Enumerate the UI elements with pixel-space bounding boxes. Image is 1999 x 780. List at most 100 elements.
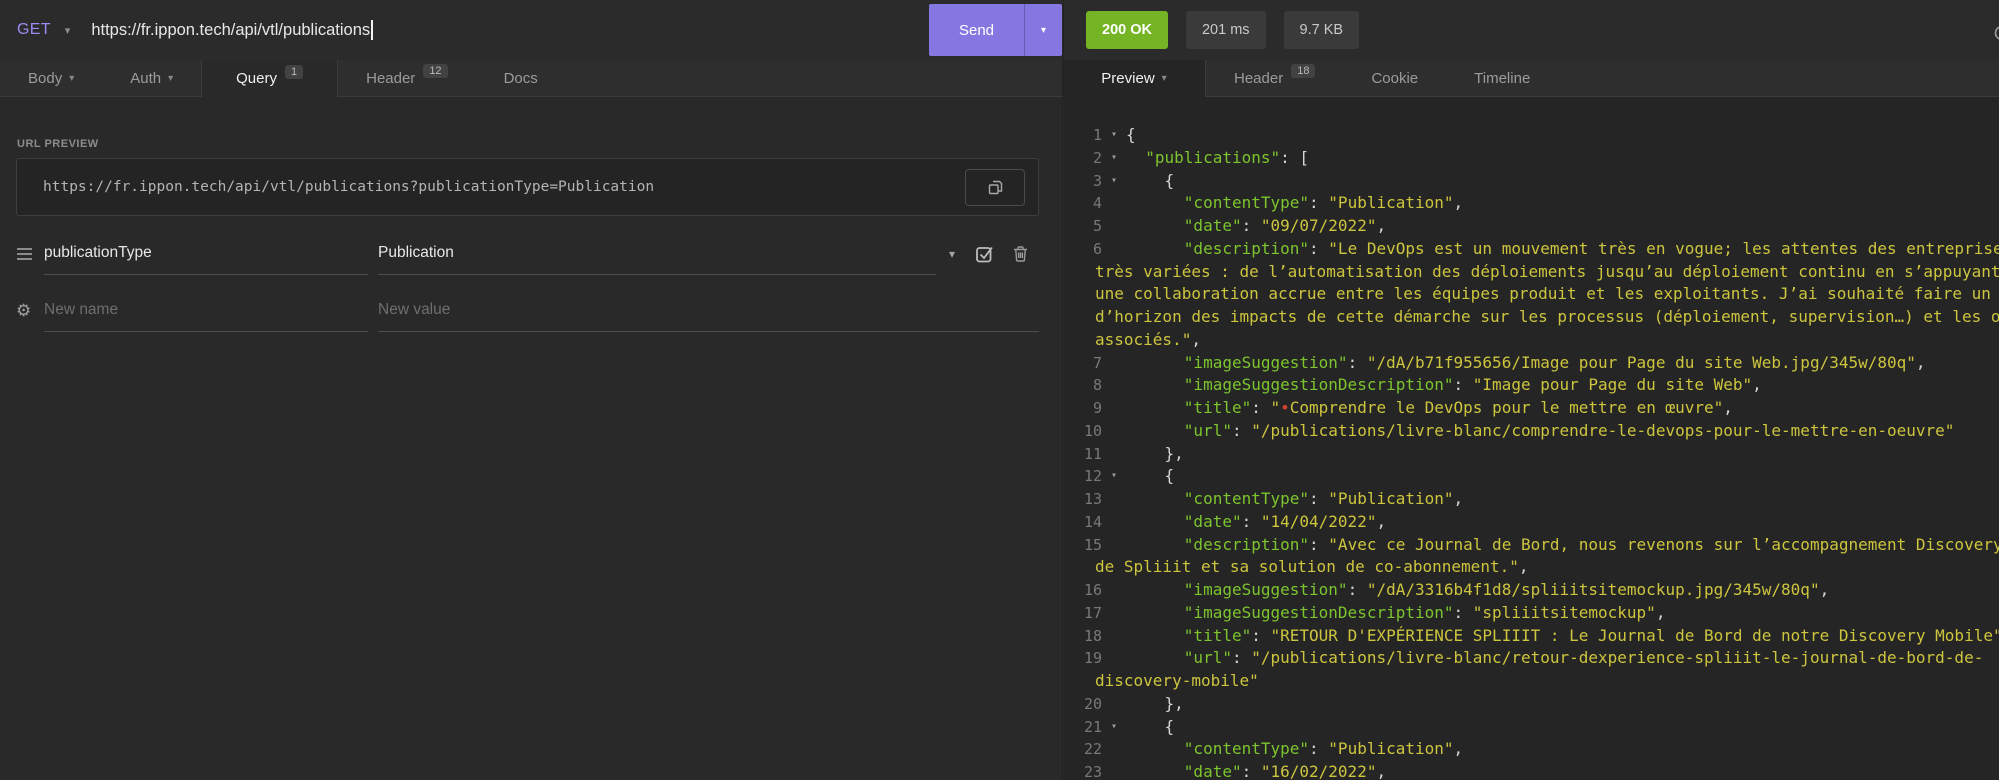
drag-handle-icon[interactable]	[16, 247, 44, 261]
code-segment: une collaboration accrue entre les équip…	[1095, 284, 1999, 304]
fold-arrow-icon[interactable]: ▾	[1102, 170, 1126, 193]
status-badge: 200 OK	[1086, 11, 1168, 49]
tab-body[interactable]: Body ▾	[0, 60, 102, 96]
code-segment: ,	[1655, 602, 1666, 622]
tab-cookie[interactable]: Cookie	[1343, 60, 1446, 96]
fold-arrow-icon[interactable]: ▾	[1102, 147, 1126, 170]
code-segment: "contentType"	[1183, 193, 1310, 213]
code-line: discovery-mobile"	[1064, 670, 1999, 693]
code-text: discovery-mobile"	[1095, 670, 1259, 693]
code-line: 10 "url": "/publications/livre-blanc/com…	[1064, 420, 1999, 443]
line-number: 14	[1083, 512, 1102, 531]
send-split-button[interactable]: Send ▾	[929, 4, 1062, 56]
tab-cookie-label: Cookie	[1371, 69, 1419, 87]
code-segment: "Image pour Page du site Web"	[1472, 375, 1753, 395]
line-number: 11	[1083, 444, 1102, 463]
tab-preview[interactable]: Preview ▾	[1063, 60, 1206, 97]
fold-arrow-spacer	[1102, 534, 1126, 557]
code-line: 22 "contentType": "Publication",	[1064, 738, 1999, 761]
line-number: 22	[1083, 740, 1102, 759]
fold-arrow-spacer	[1102, 602, 1126, 625]
param-value-field[interactable]: Publication	[378, 233, 936, 275]
code-line: 5 "date": "09/07/2022",	[1064, 215, 1999, 238]
fold-arrow-spacer	[1102, 761, 1126, 780]
new-value-placeholder: New value	[378, 301, 451, 318]
line-number: 3	[1092, 171, 1102, 190]
code-line: 13 "contentType": "Publication",	[1064, 488, 1999, 511]
code-segment: :	[1309, 193, 1329, 213]
code-segment: :	[1347, 580, 1367, 599]
code-segment: "RETOUR D'EXPÉRIENCE SPLIIIT : Le Journa…	[1270, 625, 1999, 645]
fold-arrow-spacer	[1102, 511, 1126, 534]
code-line: 8 "imageSuggestionDescription": "Image p…	[1064, 374, 1999, 397]
code-segment: ,	[1376, 762, 1387, 780]
send-button[interactable]: Send	[929, 4, 1024, 56]
code-line: une collaboration accrue entre les équip…	[1064, 283, 1999, 306]
code-line: d’horizon des impacts de cette démarche …	[1064, 306, 1999, 329]
code-line: 1 ▾{	[1064, 124, 1999, 147]
code-text: "url": "/publications/livre-blanc/retour…	[1126, 647, 1984, 670]
new-param-value-field[interactable]: New value	[378, 290, 1039, 332]
line-number: 2	[1092, 148, 1102, 167]
response-tab-bar: Preview ▾ Header 18 Cookie Timeline	[1063, 60, 1999, 97]
method-selector[interactable]: GET	[17, 21, 51, 39]
response-body[interactable]: 1 ▾{2 ▾ "publications": [3 ▾ {4 "contentTyp…	[1064, 97, 1999, 780]
code-line: 9 "title": "•Comprendre le DevOps pour l…	[1064, 397, 1999, 420]
code-line: 7 "imageSuggestion": "/dA/b71f955656/Ima…	[1064, 352, 1999, 375]
code-segment: :	[1241, 216, 1261, 235]
code-segment: },	[1126, 443, 1184, 463]
tab-auth[interactable]: Auth ▾	[102, 60, 201, 96]
fold-arrow-spacer	[1102, 352, 1126, 375]
fold-arrow-spacer	[1102, 738, 1126, 761]
code-segment: ,	[1191, 329, 1201, 349]
tab-docs[interactable]: Docs	[476, 60, 566, 96]
fold-arrow-icon[interactable]: ▾	[1102, 124, 1126, 147]
code-line: 16 "imageSuggestion": "/dA/3316b4f1d8/sp…	[1064, 579, 1999, 602]
code-segment: "date"	[1183, 762, 1242, 780]
code-segment: "Publication"	[1328, 489, 1454, 508]
tab-query[interactable]: Query 1	[201, 60, 339, 97]
delete-param-icon[interactable]	[1012, 245, 1029, 263]
code-text: "contentType": "Publication",	[1126, 192, 1463, 215]
code-line: 11 },	[1064, 443, 1999, 466]
chevron-down-icon: ▾	[168, 72, 174, 84]
tab-header[interactable]: Header 12	[338, 60, 475, 96]
code-text: "description": "Avec ce Journal de Bord,…	[1126, 534, 1999, 557]
code-segment: :	[1309, 489, 1329, 508]
fold-arrow-icon[interactable]: ▾	[1102, 716, 1126, 739]
url-input[interactable]: https://fr.ippon.tech/api/vtl/publicatio…	[91, 21, 370, 40]
copy-url-button[interactable]	[965, 169, 1025, 206]
code-segment: ,	[1752, 375, 1762, 395]
param-options-caret-icon[interactable]: ▾	[949, 247, 955, 261]
tab-response-header[interactable]: Header 18	[1206, 60, 1343, 96]
code-segment: "publications"	[1145, 147, 1281, 167]
code-line: très variées : de l’automatisation des d…	[1064, 261, 1999, 284]
code-segment: "	[1270, 398, 1281, 417]
param-name-field[interactable]: publicationType	[44, 233, 368, 275]
tab-timeline[interactable]: Timeline	[1446, 60, 1558, 96]
code-segment: "imageSuggestion"	[1183, 352, 1348, 372]
fold-arrow-icon[interactable]: ▾	[1102, 465, 1126, 488]
param-enabled-checkbox[interactable]	[975, 244, 995, 263]
code-segment: :	[1347, 352, 1367, 372]
new-param-name-field[interactable]: New name	[44, 290, 368, 332]
history-icon[interactable]	[1990, 24, 1999, 42]
tab-auth-label: Auth	[130, 69, 162, 87]
line-number: 15	[1083, 535, 1102, 554]
code-text: associés.",	[1095, 329, 1201, 352]
code-segment: "spliiitsitemockup"	[1472, 602, 1656, 622]
method-caret-icon[interactable]: ▾	[65, 24, 71, 37]
code-segment: :	[1241, 762, 1261, 780]
code-line: 15 "description": "Avec ce Journal de Bo…	[1064, 534, 1999, 557]
fold-arrow-spacer	[1102, 579, 1126, 602]
send-options-caret-icon[interactable]: ▾	[1024, 4, 1062, 56]
code-segment: "title"	[1183, 625, 1252, 645]
line-number: 16	[1083, 581, 1102, 599]
url-preview-label: URL PREVIEW	[17, 138, 99, 150]
gear-icon[interactable]: ⚙	[16, 302, 44, 319]
tab-preview-label: Preview	[1101, 70, 1155, 87]
code-segment: {	[1126, 125, 1136, 144]
